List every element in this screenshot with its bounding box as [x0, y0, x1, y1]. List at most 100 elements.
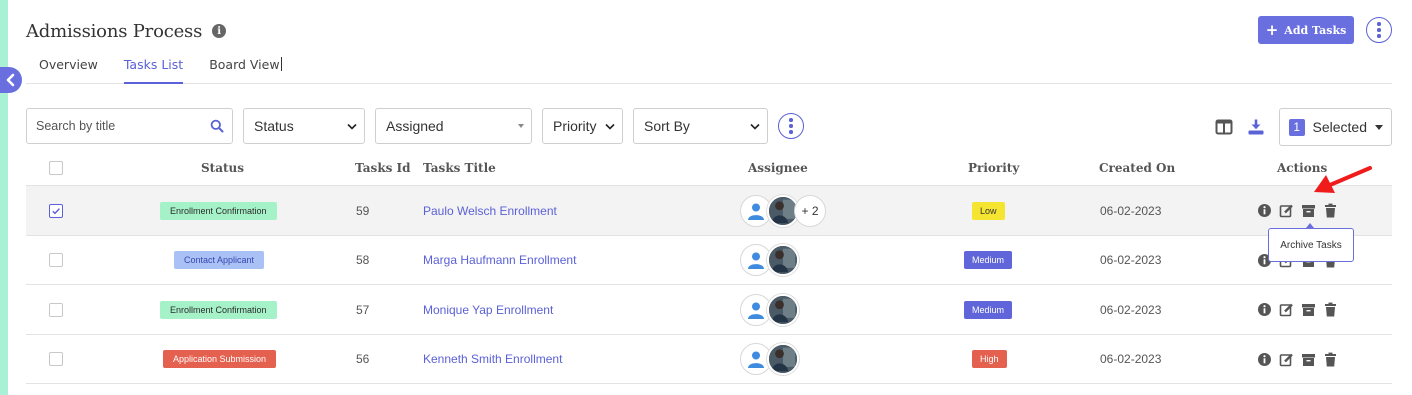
- more-vertical-icon: [1377, 22, 1381, 26]
- row-checkbox[interactable]: [49, 253, 63, 267]
- table-row[interactable]: Enrollment Confirmation 57 Monique Yap E…: [26, 285, 1392, 335]
- columns-icon[interactable]: [1215, 118, 1233, 136]
- column-header-created-on[interactable]: Created On: [1099, 150, 1175, 186]
- assigned-select[interactable]: Assigned: [375, 108, 532, 144]
- archive-icon[interactable]: [1301, 302, 1316, 317]
- user-photo-icon: [769, 295, 797, 324]
- created-on-cell: 06-02-2023: [1100, 302, 1162, 317]
- filter-more-options-button[interactable]: [778, 113, 804, 139]
- assignee-cell: [740, 236, 799, 285]
- row-checkbox-cell: [49, 285, 63, 334]
- table-row[interactable]: Contact Applicant 58 Marga Haufmann Enro…: [26, 236, 1392, 285]
- trash-icon[interactable]: [1323, 203, 1338, 218]
- add-tasks-button[interactable]: + Add Tasks: [1258, 16, 1354, 44]
- user-photo-icon: [769, 345, 797, 373]
- info-icon[interactable]: i: [212, 24, 227, 38]
- search-input[interactable]: [36, 119, 210, 133]
- row-checkbox[interactable]: [49, 352, 63, 366]
- sidebar-collapse-button[interactable]: [0, 67, 22, 93]
- tab-label: Tasks List: [123, 57, 184, 72]
- select-all-checkbox[interactable]: [49, 161, 63, 175]
- column-header-priority[interactable]: Priority: [968, 150, 1019, 186]
- status-cell: Application Submission: [163, 335, 277, 384]
- priority-cell: Medium: [964, 285, 1013, 334]
- priority-select[interactable]: Priority: [542, 108, 623, 144]
- task-title-link[interactable]: Marga Haufmann Enrollment: [423, 253, 576, 267]
- task-title-link[interactable]: Kenneth Smith Enrollment: [423, 352, 562, 366]
- page-title: Admissions Process: [26, 20, 203, 42]
- sidebar-accent-strip: [0, 0, 8, 395]
- status-cell: Enrollment Confirmation: [160, 285, 277, 334]
- table-row[interactable]: Application Submission 56 Kenneth Smith …: [26, 335, 1392, 384]
- annotation-arrow-icon: [1314, 166, 1372, 193]
- assignee-avatars[interactable]: [740, 343, 799, 375]
- archive-icon[interactable]: [1301, 352, 1316, 367]
- row-checkbox[interactable]: [49, 302, 63, 317]
- task-title-link[interactable]: Paulo Welsch Enrollment: [423, 204, 557, 218]
- task-id-cell: 58: [356, 253, 370, 267]
- priority-cell: High: [972, 335, 1007, 384]
- user-icon: [748, 302, 764, 319]
- avatar: [767, 293, 799, 326]
- priority-select-value: Priority: [553, 118, 597, 134]
- tab-overview[interactable]: Overview: [39, 54, 98, 84]
- tab-tasks-list[interactable]: Tasks List: [123, 54, 184, 84]
- status-select[interactable]: Status: [243, 108, 365, 144]
- status-select-value: Status: [254, 118, 294, 134]
- user-photo-icon: [769, 246, 797, 274]
- row-checkbox-cell: [49, 186, 63, 235]
- add-tasks-label: Add Tasks: [1284, 23, 1347, 37]
- tasks-table: Status Tasks Id Tasks Title Assignee Pri…: [26, 150, 1392, 384]
- task-title-cell: Marga Haufmann Enrollment: [423, 236, 576, 285]
- status-badge: Enrollment Confirmation: [160, 201, 277, 220]
- filter-bar: Status Assigned Priority Sort By: [26, 108, 804, 144]
- search-icon[interactable]: [210, 119, 224, 133]
- task-id-cell: 59: [356, 203, 370, 218]
- info-icon[interactable]: [1257, 302, 1272, 317]
- download-icon[interactable]: [1247, 118, 1265, 136]
- caret-down-icon: [518, 124, 524, 128]
- priority-cell: Low: [972, 186, 1005, 235]
- column-header-status[interactable]: Status: [201, 150, 244, 186]
- table-row[interactable]: Enrollment Confirmation 59 Paulo Welsch …: [26, 186, 1392, 236]
- priority-badge: Medium: [964, 300, 1013, 319]
- chevron-down-icon: [750, 123, 760, 130]
- tab-board-view[interactable]: Board View: [209, 54, 282, 84]
- table-tools: 1 Selected: [1215, 108, 1392, 146]
- assignee-avatars[interactable]: [740, 244, 799, 276]
- info-icon[interactable]: [1257, 203, 1272, 218]
- task-title-link[interactable]: Monique Yap Enrollment: [423, 303, 553, 317]
- status-cell: Contact Applicant: [174, 236, 265, 285]
- task-id-cell: 56: [356, 352, 370, 366]
- column-header-task-id[interactable]: Tasks Id: [355, 150, 411, 186]
- bulk-selected-dropdown[interactable]: 1 Selected: [1279, 108, 1392, 146]
- priority-cell: Medium: [964, 236, 1013, 285]
- selected-label: Selected: [1312, 119, 1367, 135]
- header-more-options-button[interactable]: [1366, 17, 1392, 43]
- row-checkbox[interactable]: [49, 203, 63, 218]
- trash-icon[interactable]: [1323, 302, 1338, 317]
- task-title-cell: Paulo Welsch Enrollment: [423, 186, 557, 235]
- tab-label: Board View: [209, 57, 280, 72]
- edit-icon[interactable]: [1279, 302, 1294, 317]
- archive-icon[interactable]: [1301, 203, 1316, 218]
- status-badge: Enrollment Confirmation: [160, 300, 277, 319]
- sort-by-select[interactable]: Sort By: [633, 108, 768, 144]
- search-field[interactable]: [26, 108, 233, 144]
- edit-icon[interactable]: [1279, 203, 1294, 218]
- actions-cell: [1257, 285, 1338, 334]
- edit-icon[interactable]: [1279, 352, 1294, 367]
- info-icon[interactable]: [1257, 352, 1272, 367]
- avatar: [767, 244, 799, 276]
- plus-icon: +: [1265, 21, 1279, 39]
- selected-count-badge: 1: [1289, 118, 1305, 136]
- status-badge: Contact Applicant: [174, 251, 265, 269]
- assignee-avatars[interactable]: [740, 293, 799, 326]
- column-header-assignee[interactable]: Assignee: [748, 150, 808, 186]
- status-cell: Enrollment Confirmation: [160, 186, 277, 235]
- trash-icon[interactable]: [1323, 352, 1338, 367]
- avatar-more: + 2: [794, 194, 826, 227]
- assignee-avatars[interactable]: + 2: [740, 194, 826, 227]
- column-header-title[interactable]: Tasks Title: [423, 150, 496, 186]
- sort-by-select-value: Sort By: [644, 118, 690, 134]
